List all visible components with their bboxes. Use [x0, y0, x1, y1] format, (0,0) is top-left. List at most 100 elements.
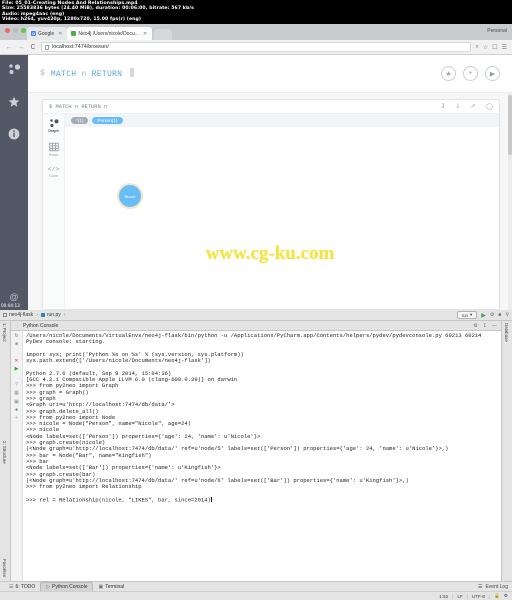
browser-tab-google[interactable]: G Google ✕	[27, 27, 68, 40]
info-icon[interactable]	[8, 127, 20, 145]
documents-icon[interactable]: @	[9, 292, 18, 302]
console-title-label: Python Console	[23, 322, 59, 329]
new-tab-button[interactable]	[154, 29, 173, 40]
breadcrumb-item-file[interactable]: run.py	[40, 312, 61, 318]
sidebar-item-project[interactable]: 1: Project	[2, 323, 7, 342]
graph-view-icon	[49, 119, 58, 128]
breadcrumb-separator: ›	[36, 312, 38, 318]
search-icon[interactable]: ⚲	[505, 312, 509, 318]
forward-icon[interactable]: →	[17, 44, 25, 51]
omnibar-actions: ⌕ ☆ ☐ ☰	[475, 44, 507, 51]
hide-icon[interactable]: —	[492, 323, 497, 329]
run-icon[interactable]: ▶	[481, 312, 486, 319]
legend-chip-all[interactable]: *(1)	[71, 117, 89, 124]
cast-icon[interactable]: ☐	[492, 44, 497, 51]
screen-root: File: 05_01-Creating Nodes And Relations…	[0, 0, 512, 600]
zoom-icon[interactable]: ⌕	[475, 44, 478, 51]
file-encoding[interactable]: UTF-8	[472, 594, 485, 599]
debug-icon[interactable]: ⚙	[490, 312, 494, 318]
sidebar-item-database[interactable]: Database	[504, 323, 509, 342]
console-input-line[interactable]: >>> rel = Relationship(nicole, "LIKES", …	[26, 497, 501, 503]
ide-right-toolwindow-bar: Database	[501, 321, 512, 581]
graph-canvas[interactable]: Nicole	[65, 127, 499, 309]
console-title-bar: ⋮ Python Console ⚙ ↧ —	[11, 321, 501, 331]
tab-terminal[interactable]: ▣ Terminal	[93, 583, 129, 591]
close-window-icon[interactable]	[5, 28, 10, 33]
browser-tab-neo4j[interactable]: Neo4j /Users/nicole/Docu... ✕	[67, 27, 153, 40]
profile-label[interactable]: Personal	[487, 28, 507, 34]
favorites-star-icon[interactable]	[8, 95, 20, 113]
close-tab-icon[interactable]: ✕	[143, 31, 147, 37]
address-bar-url: localhost:7474/browser/	[52, 44, 109, 50]
python-console-panel: ⋮ Python Console ⚙ ↧ — ↻ ■ ✕ ▶ ? ▦ ▣ ● +…	[11, 321, 501, 581]
neo4j-browser-app: @ $ MATCH n RETURN ★ + ▶ $ MATCH n RETUR…	[0, 55, 512, 310]
result-view-rows[interactable]: Rows	[48, 142, 59, 157]
neo4j-scrollbar[interactable]	[508, 93, 512, 310]
maximize-window-icon[interactable]	[21, 28, 26, 33]
stop-icon[interactable]: ■	[498, 312, 501, 318]
ide-status-bar: 1:52 | LF | UTF-8 | 🔒 ⚙	[0, 591, 512, 600]
result-view-graph[interactable]: Graph	[48, 118, 59, 133]
download-icon[interactable]: ↧	[441, 103, 446, 110]
status-right-group: 1:52 | LF | UTF-8 | 🔒 ⚙	[439, 593, 508, 599]
line-separator[interactable]: LF	[457, 594, 462, 599]
menu-icon[interactable]: ☰	[502, 44, 507, 51]
result-query-text: $ MATCH n RETURN n	[49, 103, 108, 110]
tab-label: Python Console	[52, 583, 88, 590]
result-frame-header: $ MATCH n RETURN n ↧ ⤓ ↗ ◯	[43, 100, 499, 114]
chevron-down-icon: ▾	[469, 312, 473, 317]
result-view-switcher: Graph Rows </> Code	[43, 114, 65, 309]
run-play-icon[interactable]: ▶	[485, 66, 500, 81]
tab-python-console[interactable]: ▷ Python Console	[40, 581, 94, 592]
graph-icon[interactable]	[8, 63, 21, 81]
google-icon: G	[31, 31, 36, 36]
lock-icon[interactable]: 🔒	[494, 593, 500, 599]
query-variable: n	[81, 70, 87, 79]
gutter-icon-history: ▣	[14, 398, 19, 405]
favorite-star-icon[interactable]: ★	[441, 66, 456, 81]
breadcrumb-item-project[interactable]: neo4j-flask	[3, 312, 33, 318]
pin-icon[interactable]: ⤓	[457, 103, 460, 110]
browser-tab-strip: G Google ✕ Neo4j /Users/nicole/Docu... ✕…	[0, 24, 512, 40]
expand-icon[interactable]: ↗	[470, 103, 475, 110]
back-icon[interactable]: ←	[5, 44, 13, 51]
drag-handle-icon[interactable]: ⋮	[15, 323, 20, 329]
video-timestamp: 00:04:13	[1, 303, 20, 308]
result-view-code[interactable]: </> Code	[48, 166, 60, 178]
sidebar-item-structure[interactable]: 2: Structure	[2, 441, 7, 464]
ide-left-toolwindow-bar: 1: Project 2: Structure Favorites	[0, 321, 11, 581]
console-output-area[interactable]: ↻ ■ ✕ ▶ ? ▦ ▣ ● + /Users/nicole/Document…	[11, 331, 501, 581]
minimize-window-icon[interactable]	[13, 28, 18, 33]
cypher-editor[interactable]: $ MATCH n RETURN ★ + ▶	[28, 55, 512, 93]
caret-position[interactable]: 1:52	[439, 594, 448, 599]
page-info-icon[interactable]	[45, 44, 49, 50]
editor-query-text: MATCH n RETURN	[51, 68, 135, 79]
gutter-icon-print: ▦	[14, 390, 19, 397]
add-icon[interactable]: +	[463, 66, 478, 81]
close-icon[interactable]: ◯	[486, 103, 493, 110]
ide-toolwindow-tabs: ☰ 6: TODO ▷ Python Console ▣ Terminal ☰ …	[0, 581, 512, 592]
tab-label: 6: TODO	[15, 583, 36, 590]
neo4j-sidebar: @	[0, 55, 28, 310]
event-log-button[interactable]: ☰ Event Log	[478, 584, 512, 590]
star-icon[interactable]: ☆	[483, 44, 488, 51]
settings-gear-icon[interactable]: ⚙	[473, 323, 477, 329]
run-config-label: run	[461, 312, 468, 318]
graph-node-nicole[interactable]: Nicole	[117, 183, 143, 209]
legend-chip-person[interactable]: Person(1)	[92, 117, 123, 124]
close-tab-icon[interactable]: ✕	[58, 31, 62, 37]
code-view-icon: </>	[47, 166, 60, 173]
graph-visualization[interactable]: *(1) Person(1) Nicole	[65, 114, 499, 309]
reload-icon[interactable]: C	[29, 44, 37, 51]
trash-icon[interactable]: ⚙	[504, 593, 508, 599]
sidebar-item-favorites[interactable]: Favorites	[2, 559, 7, 577]
run-configuration-selector[interactable]: run ▾	[456, 311, 478, 319]
gutter-icon-add: +	[15, 414, 18, 421]
result-frame: $ MATCH n RETURN n ↧ ⤓ ↗ ◯ Graph Rows </…	[42, 99, 500, 310]
watermark: www.cg-ku.com	[205, 243, 335, 264]
address-bar[interactable]: localhost:7474/browser/	[41, 42, 472, 52]
collapse-icon[interactable]: ↧	[483, 323, 487, 329]
result-view-label: Rows	[49, 153, 58, 157]
tab-todo[interactable]: ☰ 6: TODO	[4, 583, 40, 591]
event-log-label: Event Log	[485, 583, 508, 590]
